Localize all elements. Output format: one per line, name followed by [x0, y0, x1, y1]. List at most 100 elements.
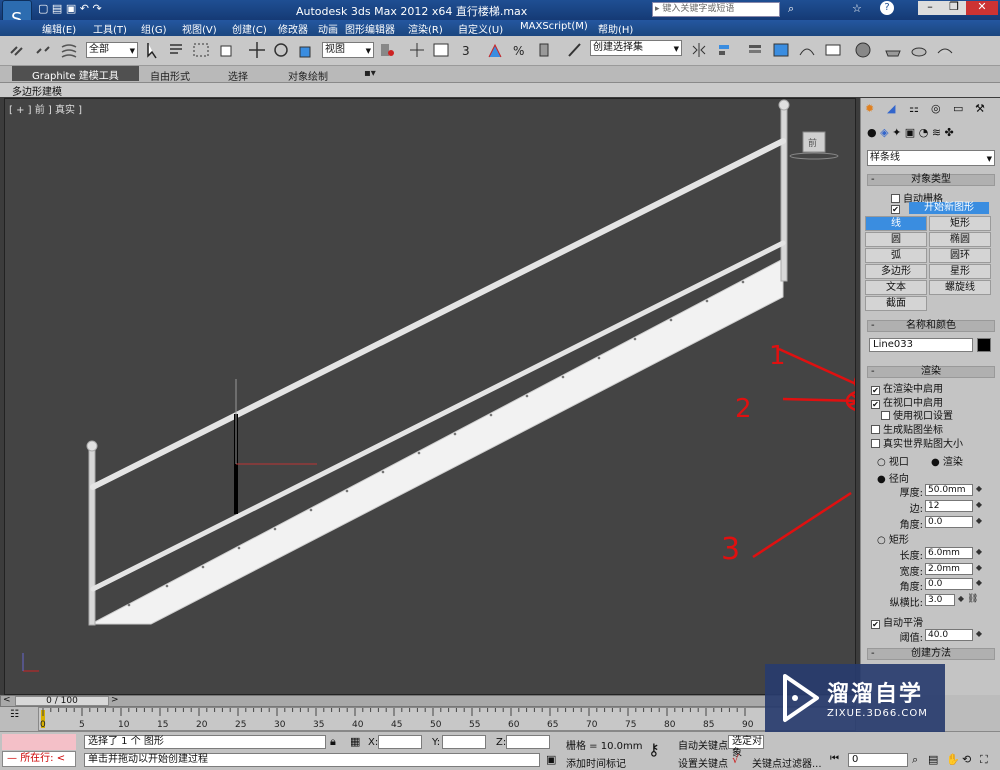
length-spinner[interactable]: 6.0mm: [925, 547, 982, 559]
hierarchy-tab-icon[interactable]: ⚏: [909, 102, 919, 115]
object-type-rollout[interactable]: - 对象类型: [867, 174, 995, 186]
width-spinner[interactable]: 2.0mm: [925, 563, 982, 575]
rectangular-radio[interactable]: ○ 矩形: [877, 531, 909, 546]
viewport-radio[interactable]: ○ 视口: [877, 453, 909, 468]
render-setup-icon[interactable]: [884, 41, 902, 59]
text-button[interactable]: 文本: [865, 280, 927, 295]
orbit-icon[interactable]: ⟲: [962, 753, 971, 766]
shapes-icon[interactable]: ◈: [880, 126, 888, 139]
help-icon[interactable]: ?: [880, 1, 894, 15]
rectangle-button[interactable]: 矩形: [929, 216, 991, 231]
helix-button[interactable]: 螺旋线: [929, 280, 991, 295]
menu-item[interactable]: 帮助(H): [598, 21, 633, 36]
maximize-viewport-icon[interactable]: ⛶: [980, 753, 988, 767]
section-button[interactable]: 截面: [865, 296, 927, 311]
menu-item[interactable]: 视图(V): [182, 21, 217, 36]
angle2-spinner[interactable]: 0.0: [925, 578, 982, 590]
spacewarps-icon[interactable]: ≋: [932, 126, 941, 139]
selection-filter-select[interactable]: 全部: [86, 42, 138, 58]
modify-tab-icon[interactable]: ◢: [887, 102, 895, 115]
mirror-icon[interactable]: [690, 41, 708, 59]
scale-icon[interactable]: [298, 41, 316, 59]
shape-category-select[interactable]: 样条线: [867, 150, 995, 166]
key-filters-button[interactable]: 关键点过滤器...: [752, 755, 822, 770]
tab-freeform[interactable]: 自由形式: [150, 68, 190, 83]
reference-coord-select[interactable]: 视图: [322, 42, 374, 58]
close-button[interactable]: ✕: [966, 1, 998, 15]
named-selection-select[interactable]: 创建选择集: [590, 40, 682, 56]
use-viewport-settings-checkbox[interactable]: 使用视口设置: [881, 407, 953, 422]
motion-tab-icon[interactable]: ◎: [931, 102, 941, 115]
display-tab-icon[interactable]: ▭: [953, 102, 963, 115]
rendering-rollout[interactable]: - 渲染: [867, 366, 995, 378]
y-coord-field[interactable]: [442, 735, 486, 749]
zoom-all-icon[interactable]: ▤: [928, 753, 938, 766]
auto-smooth-checkbox[interactable]: ✔ 自动平滑: [871, 614, 923, 629]
menu-item[interactable]: 组(G): [141, 21, 167, 36]
curve-editor-icon[interactable]: [798, 41, 816, 59]
render-production-icon[interactable]: [936, 41, 954, 59]
rect-select-region-icon[interactable]: [192, 41, 210, 59]
real-world-map-checkbox[interactable]: 真实世界贴图大小: [871, 435, 963, 450]
z-coord-field[interactable]: [506, 735, 550, 749]
set-key-icon[interactable]: √: [732, 753, 739, 766]
radial-radio[interactable]: ● 径向: [877, 470, 909, 485]
edit-named-sets-icon[interactable]: [566, 41, 584, 59]
select-manipulate-icon[interactable]: [408, 41, 426, 59]
auto-key-button[interactable]: 自动关键点: [678, 737, 728, 752]
pan-icon[interactable]: ✋: [946, 753, 960, 766]
aspect-lock-icon[interactable]: ⛓: [967, 594, 978, 604]
material-editor-icon[interactable]: [854, 41, 872, 59]
object-name-field[interactable]: Line033: [869, 338, 973, 352]
goto-start-icon[interactable]: ⏮: [830, 753, 839, 764]
zoom-icon[interactable]: ⌕: [912, 753, 918, 767]
maxscript-line[interactable]: — 所在行: <: [2, 751, 76, 767]
viewcube-ring[interactable]: [789, 152, 839, 160]
select-object-icon[interactable]: [144, 41, 162, 59]
thickness-spinner[interactable]: 50.0mm: [925, 484, 982, 496]
search-input[interactable]: ▸ 键入关键字或短语: [652, 2, 780, 17]
link-icon[interactable]: [8, 41, 26, 59]
lights-icon[interactable]: ✦: [892, 126, 901, 139]
window-crossing-icon[interactable]: [218, 41, 236, 59]
star-button[interactable]: 星形: [929, 264, 991, 279]
ellipse-button[interactable]: 椭圆: [929, 232, 991, 247]
absolute-mode-icon[interactable]: ▦: [350, 735, 360, 748]
angle-spinner[interactable]: 0.0: [925, 516, 982, 528]
undo-icon[interactable]: ↶: [80, 2, 89, 15]
move-icon[interactable]: [248, 41, 266, 59]
maxscript-mini-listener[interactable]: [2, 734, 76, 750]
name-color-rollout[interactable]: - 名称和颜色: [867, 320, 995, 332]
time-slider-thumb[interactable]: 0 / 100: [15, 696, 109, 706]
utilities-tab-icon[interactable]: ⚒: [975, 102, 985, 115]
restore-button[interactable]: ❐: [942, 1, 966, 15]
enable-in-renderer-checkbox[interactable]: ✔ 在渲染中启用: [871, 380, 943, 395]
menu-item[interactable]: 工具(T): [93, 21, 127, 36]
minimize-button[interactable]: –: [918, 1, 942, 15]
timeline-toggle-icon[interactable]: ☷: [10, 709, 19, 720]
render-radio[interactable]: ● 渲染: [931, 453, 963, 468]
redo-icon[interactable]: ↷: [92, 2, 101, 15]
new-file-icon[interactable]: ▢: [38, 2, 48, 15]
rendered-frame-icon[interactable]: [910, 41, 928, 59]
time-slider[interactable]: < 0 / 100 >: [0, 695, 856, 707]
creation-method-rollout[interactable]: - 创建方法: [867, 648, 995, 660]
menu-item[interactable]: 修改器: [278, 21, 308, 36]
menu-item[interactable]: MAXScript(M): [520, 21, 588, 32]
cameras-icon[interactable]: ▣: [905, 126, 915, 139]
menu-item[interactable]: 编辑(E): [42, 21, 76, 36]
menu-item[interactable]: 渲染(R): [408, 21, 443, 36]
spinner-snap-icon[interactable]: [536, 41, 554, 59]
menu-item[interactable]: 创建(C): [232, 21, 267, 36]
menu-item[interactable]: 图形编辑器: [345, 21, 395, 36]
lock-selection-icon[interactable]: 🔒︎: [330, 735, 336, 749]
binoculars-icon[interactable]: ⌕: [788, 2, 794, 16]
start-new-shape-checkbox[interactable]: ✔: [891, 203, 903, 214]
viewport-front[interactable]: [ + ] 前 ] 真实 ] 前 1 2 3: [4, 98, 856, 695]
helpers-icon[interactable]: ◔: [919, 126, 929, 139]
add-time-tag-icon[interactable]: ▣: [546, 753, 556, 766]
menu-item[interactable]: 动画: [318, 21, 338, 36]
gen-mapping-checkbox[interactable]: 生成贴图坐标: [871, 421, 943, 436]
auto-key-select[interactable]: 选定对象: [728, 735, 764, 759]
select-by-name-icon[interactable]: [168, 41, 186, 59]
